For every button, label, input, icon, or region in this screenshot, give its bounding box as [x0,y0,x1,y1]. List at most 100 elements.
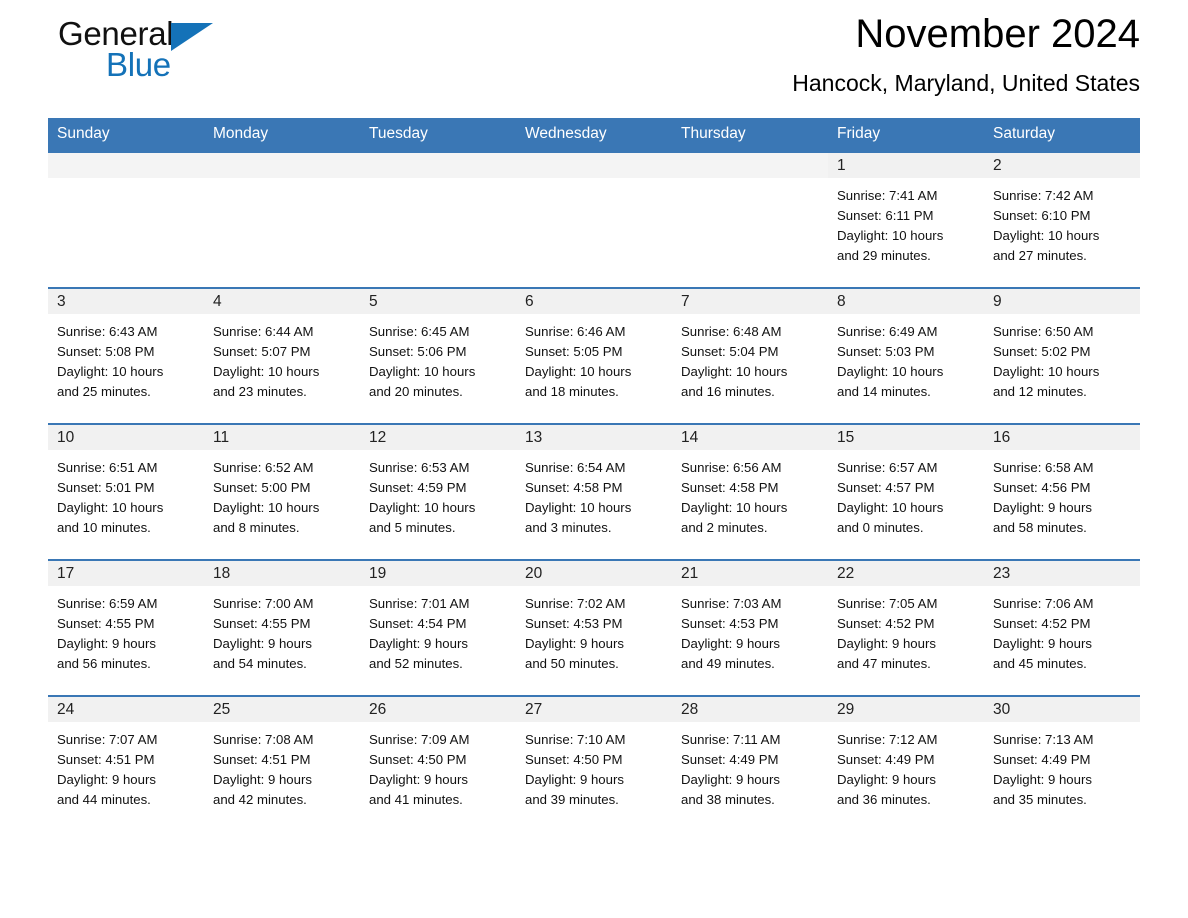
calendar-day-cell[interactable]: 17 Sunrise: 6:59 AM Sunset: 4:55 PM Dayligh… [48,559,204,696]
day-number: 2 [993,157,1002,174]
calendar-day-cell[interactable]: 24 Sunrise: 7:07 AM Sunset: 4:51 PM Dayligh… [48,695,204,831]
calendar-day-cell[interactable]: 16 Sunrise: 6:58 AM Sunset: 4:56 PM Dayligh… [984,423,1140,560]
day-number-bar: 7 [672,289,828,314]
sunrise-time: Sunrise: 7:12 AM [837,732,938,747]
day-cell-content: 2 Sunrise: 7:42 AM Sunset: 6:10 PM Daylight… [984,153,1140,287]
day-cell-content [48,153,204,287]
sunrise-time: Sunrise: 6:43 AM [57,324,158,339]
day-number: 28 [681,701,699,718]
sunrise-time: Sunrise: 7:41 AM [837,188,938,203]
day-number: 29 [837,701,855,718]
calendar-day-cell[interactable]: 2 Sunrise: 7:42 AM Sunset: 6:10 PM Daylight… [984,151,1140,288]
day-sun-info: Sunrise: 6:43 AM Sunset: 5:08 PM Daylight:… [48,314,204,402]
sunrise-time: Sunrise: 6:48 AM [681,324,782,339]
daylight-duration-line1: Daylight: 10 hours [681,364,788,379]
sunrise-time: Sunrise: 7:09 AM [369,732,470,747]
calendar-day-cell[interactable]: 4 Sunrise: 6:44 AM Sunset: 5:07 PM Daylight… [204,287,360,424]
sunset-time: Sunset: 4:53 PM [525,616,623,631]
day-sun-info: Sunrise: 7:13 AM Sunset: 4:49 PM Daylight:… [984,722,1140,810]
calendar-day-cell[interactable]: 20 Sunrise: 7:02 AM Sunset: 4:53 PM Dayligh… [516,559,672,696]
sunrise-time: Sunrise: 6:50 AM [993,324,1094,339]
calendar-day-cell[interactable]: 28 Sunrise: 7:11 AM Sunset: 4:49 PM Dayligh… [672,695,828,831]
calendar-day-cell[interactable]: 14 Sunrise: 6:56 AM Sunset: 4:58 PM Dayligh… [672,423,828,560]
calendar-day-cell[interactable]: 6 Sunrise: 6:46 AM Sunset: 5:05 PM Daylight… [516,287,672,424]
sunrise-time: Sunrise: 7:13 AM [993,732,1094,747]
daylight-duration-line2: and 58 minutes. [993,520,1087,535]
day-sun-info: Sunrise: 7:01 AM Sunset: 4:54 PM Daylight:… [360,586,516,674]
logo-top-row: General [58,14,258,54]
calendar-day-cell[interactable]: 11 Sunrise: 6:52 AM Sunset: 5:00 PM Dayligh… [204,423,360,560]
day-sun-info: Sunrise: 6:53 AM Sunset: 4:59 PM Daylight:… [360,450,516,538]
page-title: November 2024 [855,12,1140,56]
day-sun-info: Sunrise: 6:51 AM Sunset: 5:01 PM Daylight:… [48,450,204,538]
calendar-day-cell[interactable]: 18 Sunrise: 7:00 AM Sunset: 4:55 PM Dayligh… [204,559,360,696]
daylight-duration-line2: and 52 minutes. [369,656,463,671]
calendar-week-row: 17 Sunrise: 6:59 AM Sunset: 4:55 PM Dayligh… [48,559,1140,696]
day-number-bar: 15 [828,425,984,450]
day-number-bar: 12 [360,425,516,450]
day-sun-info: Sunrise: 6:56 AM Sunset: 4:58 PM Daylight:… [672,450,828,538]
calendar-day-cell[interactable]: 25 Sunrise: 7:08 AM Sunset: 4:51 PM Dayligh… [204,695,360,831]
sunset-time: Sunset: 4:54 PM [369,616,467,631]
calendar-day-cell[interactable]: 3 Sunrise: 6:43 AM Sunset: 5:08 PM Daylight… [48,287,204,424]
sunrise-time: Sunrise: 6:57 AM [837,460,938,475]
location-subtitle: Hancock, Maryland, United States [792,70,1140,96]
calendar-day-cell[interactable]: 21 Sunrise: 7:03 AM Sunset: 4:53 PM Dayligh… [672,559,828,696]
day-cell-content: 23 Sunrise: 7:06 AM Sunset: 4:52 PM Dayligh… [984,561,1140,695]
daylight-duration-line2: and 14 minutes. [837,384,931,399]
daylight-duration-line1: Daylight: 10 hours [993,364,1100,379]
day-number-bar [48,153,204,178]
day-number: 3 [57,293,66,310]
calendar-day-cell[interactable]: 5 Sunrise: 6:45 AM Sunset: 5:06 PM Daylight… [360,287,516,424]
sunset-time: Sunset: 5:07 PM [213,344,311,359]
daylight-duration-line2: and 36 minutes. [837,792,931,807]
logo-text-general: General [58,15,174,52]
logo-triangle-icon [171,23,214,51]
sunset-time: Sunset: 4:56 PM [993,480,1091,495]
day-sun-info: Sunrise: 7:12 AM Sunset: 4:49 PM Daylight:… [828,722,984,810]
day-number-bar: 23 [984,561,1140,586]
calendar-day-cell[interactable]: 30 Sunrise: 7:13 AM Sunset: 4:49 PM Dayligh… [984,695,1140,831]
daylight-duration-line2: and 29 minutes. [837,248,931,263]
day-number-bar: 2 [984,153,1140,178]
day-sun-info: Sunrise: 7:05 AM Sunset: 4:52 PM Daylight:… [828,586,984,674]
day-number: 21 [681,565,699,582]
calendar-day-cell[interactable]: 15 Sunrise: 6:57 AM Sunset: 4:57 PM Dayligh… [828,423,984,560]
calendar-day-cell[interactable]: 1 Sunrise: 7:41 AM Sunset: 6:11 PM Daylight… [828,151,984,288]
day-number-bar: 18 [204,561,360,586]
calendar-day-cell[interactable]: 8 Sunrise: 6:49 AM Sunset: 5:03 PM Daylight… [828,287,984,424]
calendar-week-row: 10 Sunrise: 6:51 AM Sunset: 5:01 PM Dayligh… [48,423,1140,560]
day-number: 16 [993,429,1011,446]
day-number-bar: 14 [672,425,828,450]
calendar-day-cell[interactable]: 29 Sunrise: 7:12 AM Sunset: 4:49 PM Dayligh… [828,695,984,831]
daylight-duration-line1: Daylight: 10 hours [525,364,632,379]
day-number: 4 [213,293,222,310]
day-cell-content: 12 Sunrise: 6:53 AM Sunset: 4:59 PM Dayligh… [360,425,516,559]
day-cell-content: 28 Sunrise: 7:11 AM Sunset: 4:49 PM Dayligh… [672,697,828,831]
daylight-duration-line1: Daylight: 9 hours [213,772,312,787]
sunrise-time: Sunrise: 7:11 AM [681,732,781,747]
daylight-duration-line1: Daylight: 10 hours [993,228,1100,243]
calendar-day-cell[interactable]: 23 Sunrise: 7:06 AM Sunset: 4:52 PM Dayligh… [984,559,1140,696]
calendar-page: General Blue November 2024 Hancock, Mary… [0,0,1188,918]
calendar-day-cell[interactable]: 10 Sunrise: 6:51 AM Sunset: 5:01 PM Dayligh… [48,423,204,560]
day-number-bar: 19 [360,561,516,586]
calendar-day-cell[interactable]: 9 Sunrise: 6:50 AM Sunset: 5:02 PM Daylight… [984,287,1140,424]
calendar-day-cell[interactable]: 27 Sunrise: 7:10 AM Sunset: 4:50 PM Dayligh… [516,695,672,831]
weekday-header-row: Sunday Monday Tuesday Wednesday Thursday… [48,118,1140,152]
daylight-duration-line1: Daylight: 9 hours [681,772,780,787]
day-number: 15 [837,429,855,446]
day-number-bar: 30 [984,697,1140,722]
calendar-day-cell[interactable]: 26 Sunrise: 7:09 AM Sunset: 4:50 PM Dayligh… [360,695,516,831]
day-cell-content: 11 Sunrise: 6:52 AM Sunset: 5:00 PM Dayligh… [204,425,360,559]
day-cell-content: 17 Sunrise: 6:59 AM Sunset: 4:55 PM Dayligh… [48,561,204,695]
daylight-duration-line1: Daylight: 10 hours [837,364,944,379]
calendar-day-cell[interactable]: 22 Sunrise: 7:05 AM Sunset: 4:52 PM Dayligh… [828,559,984,696]
calendar-day-cell[interactable]: 19 Sunrise: 7:01 AM Sunset: 4:54 PM Dayligh… [360,559,516,696]
day-number-bar: 6 [516,289,672,314]
calendar-day-cell[interactable]: 12 Sunrise: 6:53 AM Sunset: 4:59 PM Dayligh… [360,423,516,560]
daylight-duration-line2: and 12 minutes. [993,384,1087,399]
calendar-day-cell[interactable]: 13 Sunrise: 6:54 AM Sunset: 4:58 PM Dayligh… [516,423,672,560]
calendar-day-cell[interactable]: 7 Sunrise: 6:48 AM Sunset: 5:04 PM Daylight… [672,287,828,424]
daylight-duration-line1: Daylight: 9 hours [525,636,624,651]
